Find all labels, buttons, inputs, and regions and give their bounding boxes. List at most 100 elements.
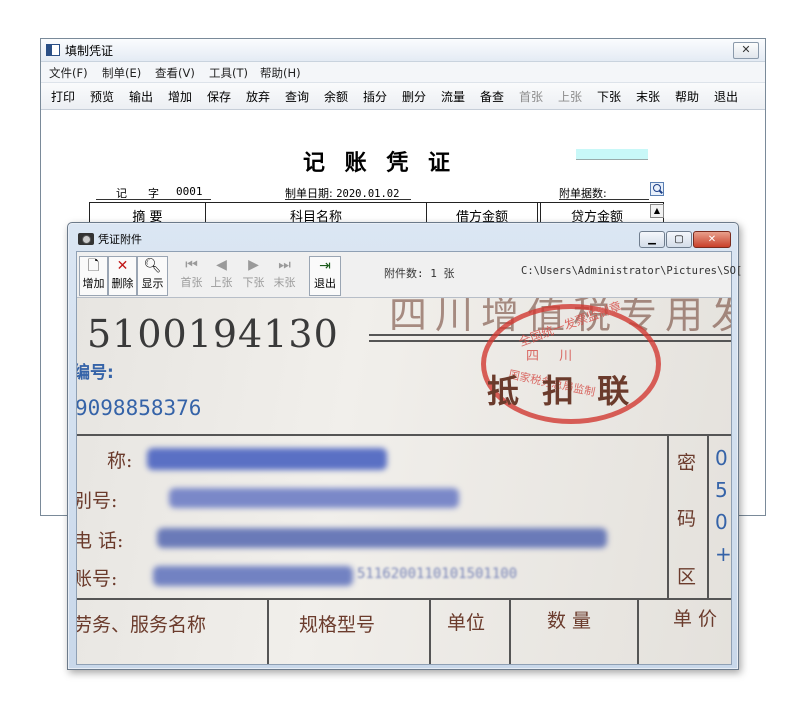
voucher-flag-field[interactable] [576, 149, 648, 160]
add-button[interactable]: 增加 [168, 88, 192, 105]
next-attachment-button[interactable]: ▶ 下张 [240, 256, 267, 294]
prev-attachment-button[interactable]: ◀ 上张 [208, 256, 235, 294]
redacted-buyer-account [153, 566, 353, 586]
seal-region: 四 川 [526, 349, 581, 364]
camera-icon [78, 233, 94, 245]
cipher-char: 5 [715, 478, 728, 502]
prev-arrow-icon: ◀ [216, 257, 227, 273]
table-rule [429, 598, 431, 664]
attachment-body: 🗋 增加 ✕ 删除 🔍︎ 显示 ⏮ 首张 ◀ 上张 ▶ 下张 ⏭ 末张 ⇥ 退出… [76, 251, 742, 665]
buyer-phone-label: 电 话: [77, 530, 124, 552]
table-rule [707, 434, 709, 598]
cashflow-button[interactable]: 流量 [441, 88, 465, 105]
attachment-path: C:\Users\Administrator\Pictures\SO[ [521, 265, 743, 277]
prev-attachment-label: 上张 [210, 276, 233, 289]
buyer-taxid-label: 别号: [77, 490, 118, 512]
entry-grid-header: 摘 要 科目名称 借方金额 贷方金额 [89, 202, 664, 225]
prev-page-button[interactable]: 上张 [558, 88, 582, 105]
menu-tools[interactable]: 工具(T) [209, 65, 248, 81]
menu-view[interactable]: 查看(V) [155, 65, 195, 81]
discard-button[interactable]: 放弃 [246, 88, 270, 105]
first-arrow-icon: ⏮ [185, 257, 198, 273]
show-attachment-button[interactable]: 🔍︎ 显示 [137, 256, 168, 296]
redacted-buyer-phone [157, 528, 607, 548]
close-button[interactable]: ✕ [693, 231, 731, 248]
delete-entry-button[interactable]: 删分 [402, 88, 426, 105]
date-value: 2020.01.02 [336, 188, 400, 200]
invoice-code: 5100194130 [87, 312, 339, 356]
cipher-char: + [715, 542, 731, 566]
first-page-button[interactable]: 首张 [519, 88, 543, 105]
attachment-toolbar: 🗋 增加 ✕ 删除 🔍︎ 显示 ⏮ 首张 ◀ 上张 ▶ 下张 ⏭ 末张 ⇥ 退出… [77, 252, 742, 298]
redacted-buyer-name [147, 448, 387, 470]
voucher-type: 记 [116, 187, 127, 200]
attachment-count: 附件数: 1 张 [384, 267, 455, 280]
exit-door-icon: ⇥ [319, 258, 331, 274]
voucher-char: 字 [148, 187, 159, 200]
redacted-buyer-taxid [169, 488, 459, 508]
query-button[interactable]: 查询 [285, 88, 309, 105]
balance-button[interactable]: 余额 [324, 88, 348, 105]
items-col-unit: 单位 [447, 612, 486, 634]
preview-button[interactable]: 预览 [90, 88, 114, 105]
search-icon[interactable] [650, 182, 664, 196]
voucher-toolbar: 打印 预览 输出 增加 保存 放弃 查询 余额 插分 删分 流量 备查 首张 上… [41, 83, 765, 110]
table-rule [267, 598, 269, 664]
menu-bar: 文件(F) 制单(E) 查看(V) 工具(T) 帮助(H) [41, 62, 765, 83]
show-attachment-label: 显示 [141, 277, 164, 290]
account-number: 5116200110101501100 [357, 566, 518, 582]
preview-magnifier-icon: 🔍︎ [143, 258, 162, 274]
minimize-button[interactable]: ▁ [639, 231, 665, 248]
save-button[interactable]: 保存 [207, 88, 231, 105]
delete-x-icon: ✕ [116, 258, 129, 274]
attachment-window-title: 凭证附件 [98, 233, 142, 246]
voucher-number-field[interactable]: 记 字 0001 [96, 185, 211, 200]
add-attachment-label: 增加 [82, 277, 105, 290]
menu-file[interactable]: 文件(F) [49, 65, 88, 81]
table-rule [637, 598, 639, 664]
secret-label-2: 码 [677, 508, 697, 530]
secret-label-1: 密 [677, 452, 697, 474]
invoice-no-value: 9098858376 [77, 396, 202, 420]
insert-entry-button[interactable]: 插分 [363, 88, 387, 105]
voucher-date-field[interactable]: 制单日期: 2020.01.02 [285, 185, 411, 200]
menu-help[interactable]: 帮助(H) [260, 65, 301, 81]
maximize-button[interactable]: ▢ [666, 231, 692, 248]
next-attachment-label: 下张 [242, 276, 265, 289]
menu-voucher[interactable]: 制单(E) [102, 65, 141, 81]
items-col-name: 劳务、服务名称 [77, 614, 207, 636]
last-attachment-button[interactable]: ⏭ 末张 [271, 256, 298, 294]
last-page-button[interactable]: 末张 [636, 88, 660, 105]
next-page-button[interactable]: 下张 [597, 88, 621, 105]
delete-attachment-button[interactable]: ✕ 删除 [108, 256, 137, 296]
memo-button[interactable]: 备查 [480, 88, 504, 105]
voucher-window-title: 填制凭证 [65, 44, 114, 58]
next-arrow-icon: ▶ [248, 257, 259, 273]
print-button[interactable]: 打印 [51, 88, 75, 105]
voucher-number: 0001 [176, 185, 203, 198]
voucher-heading: 记 账 凭 证 [303, 150, 456, 176]
items-col-price: 单 价 [673, 608, 718, 630]
invoice-copy-type: 抵 扣 联 [487, 372, 636, 410]
attachment-title-bar: 凭证附件 ▁ ▢ ✕ [68, 223, 738, 251]
help-button[interactable]: 帮助 [675, 88, 699, 105]
items-col-spec: 规格型号 [299, 614, 376, 636]
table-rule [509, 598, 511, 664]
attachments-label: 附单据数: [559, 187, 607, 200]
buyer-account-label: 账号: [77, 568, 118, 590]
export-button[interactable]: 输出 [129, 88, 153, 105]
close-button[interactable]: ✕ [733, 42, 759, 59]
exit-attachment-button[interactable]: ⇥ 退出 [309, 256, 341, 296]
invoice-no-label: 编号: [77, 363, 114, 383]
exit-button[interactable]: 退出 [714, 88, 738, 105]
add-attachment-button[interactable]: 🗋 增加 [79, 256, 108, 296]
items-col-qty: 数 量 [547, 610, 592, 632]
add-document-icon: 🗋 [87, 258, 100, 274]
secret-label-3: 区 [677, 566, 697, 588]
attachments-count-field[interactable]: 附单据数: [559, 185, 649, 200]
exit-attachment-label: 退出 [314, 277, 336, 290]
last-arrow-icon: ⏭ [278, 257, 291, 273]
first-attachment-button[interactable]: ⏮ 首张 [178, 256, 205, 294]
scroll-up-arrow-icon[interactable]: ▲ [650, 204, 664, 218]
voucher-title-bar: 填制凭证 ✕ [41, 39, 765, 62]
